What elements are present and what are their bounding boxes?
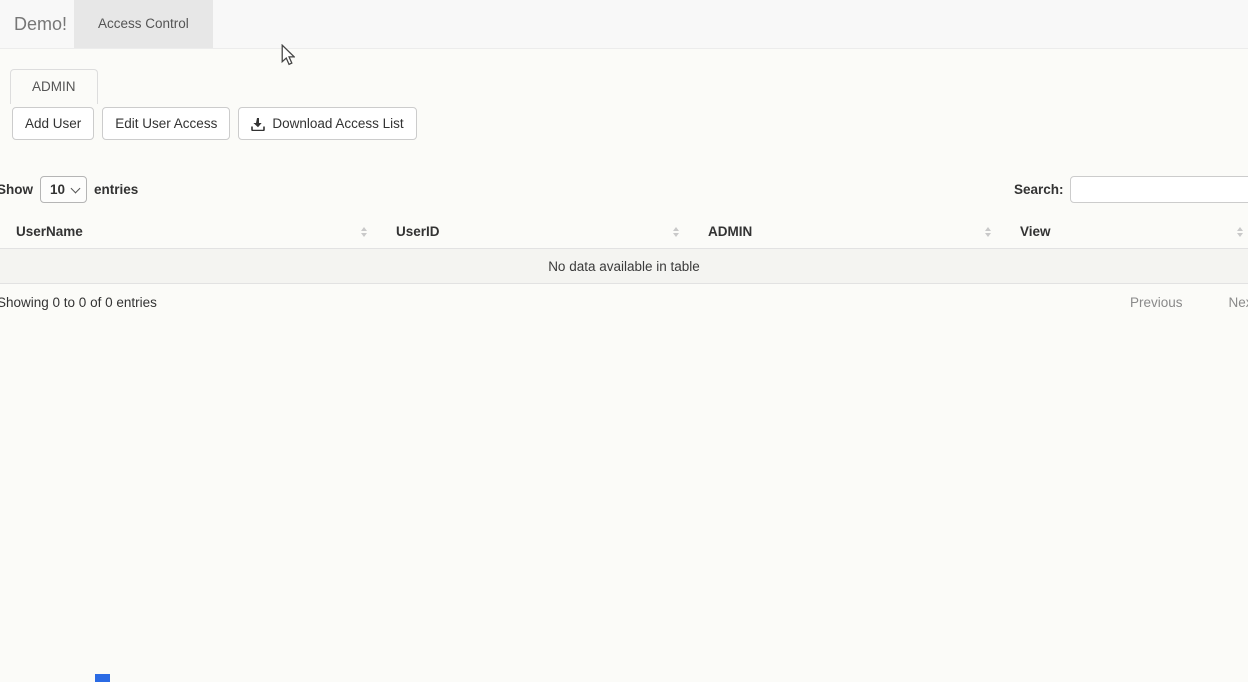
download-icon bbox=[251, 117, 265, 131]
table-empty-row: No data available in table bbox=[0, 249, 1248, 284]
entries-select-wrap: 10 bbox=[40, 176, 87, 203]
pagination-previous[interactable]: Previous bbox=[1130, 295, 1183, 310]
edit-user-access-button[interactable]: Edit User Access bbox=[102, 107, 230, 140]
navbar-brand[interactable]: Demo! bbox=[14, 0, 67, 48]
top-navbar: Demo! Access Control bbox=[0, 0, 1248, 49]
sort-icon bbox=[361, 227, 367, 237]
sort-icon bbox=[1237, 227, 1243, 237]
pagination: Previous Next bbox=[1130, 295, 1248, 310]
download-access-list-label: Download Access List bbox=[272, 114, 403, 133]
show-label: Show bbox=[0, 182, 33, 197]
column-header-label: View bbox=[1020, 224, 1051, 239]
table-info: Showing 0 to 0 of 0 entries bbox=[0, 295, 157, 310]
toolbar: Add User Edit User Access Download Acces… bbox=[12, 107, 417, 140]
column-header-userid[interactable]: UserID bbox=[376, 215, 688, 248]
sort-icon bbox=[673, 227, 679, 237]
entries-length-control: Show 10 entries bbox=[0, 176, 138, 203]
entries-label: entries bbox=[94, 182, 138, 197]
column-header-view[interactable]: View bbox=[1000, 215, 1248, 248]
column-header-admin[interactable]: ADMIN bbox=[688, 215, 1000, 248]
download-access-list-button[interactable]: Download Access List bbox=[238, 107, 416, 140]
column-header-label: ADMIN bbox=[708, 224, 752, 239]
sort-icon bbox=[985, 227, 991, 237]
entries-select[interactable]: 10 bbox=[40, 176, 87, 203]
search-control: Search: bbox=[1014, 176, 1248, 203]
nav-item-access-control[interactable]: Access Control bbox=[74, 0, 213, 48]
page: Demo! Access Control ADMIN Add User Edit… bbox=[0, 0, 1248, 682]
empty-message: No data available in table bbox=[548, 259, 700, 274]
search-label: Search: bbox=[1014, 182, 1064, 197]
table-header-row: UserName UserID ADMIN View bbox=[0, 215, 1248, 249]
tab-admin[interactable]: ADMIN bbox=[10, 69, 98, 104]
progress-artifact-bar bbox=[95, 674, 110, 682]
pagination-next[interactable]: Next bbox=[1229, 295, 1248, 310]
column-header-username[interactable]: UserName bbox=[0, 215, 376, 248]
search-input[interactable] bbox=[1070, 176, 1248, 203]
add-user-button[interactable]: Add User bbox=[12, 107, 94, 140]
cursor-arrow-icon bbox=[281, 44, 295, 66]
column-header-label: UserID bbox=[396, 224, 440, 239]
column-header-label: UserName bbox=[16, 224, 83, 239]
